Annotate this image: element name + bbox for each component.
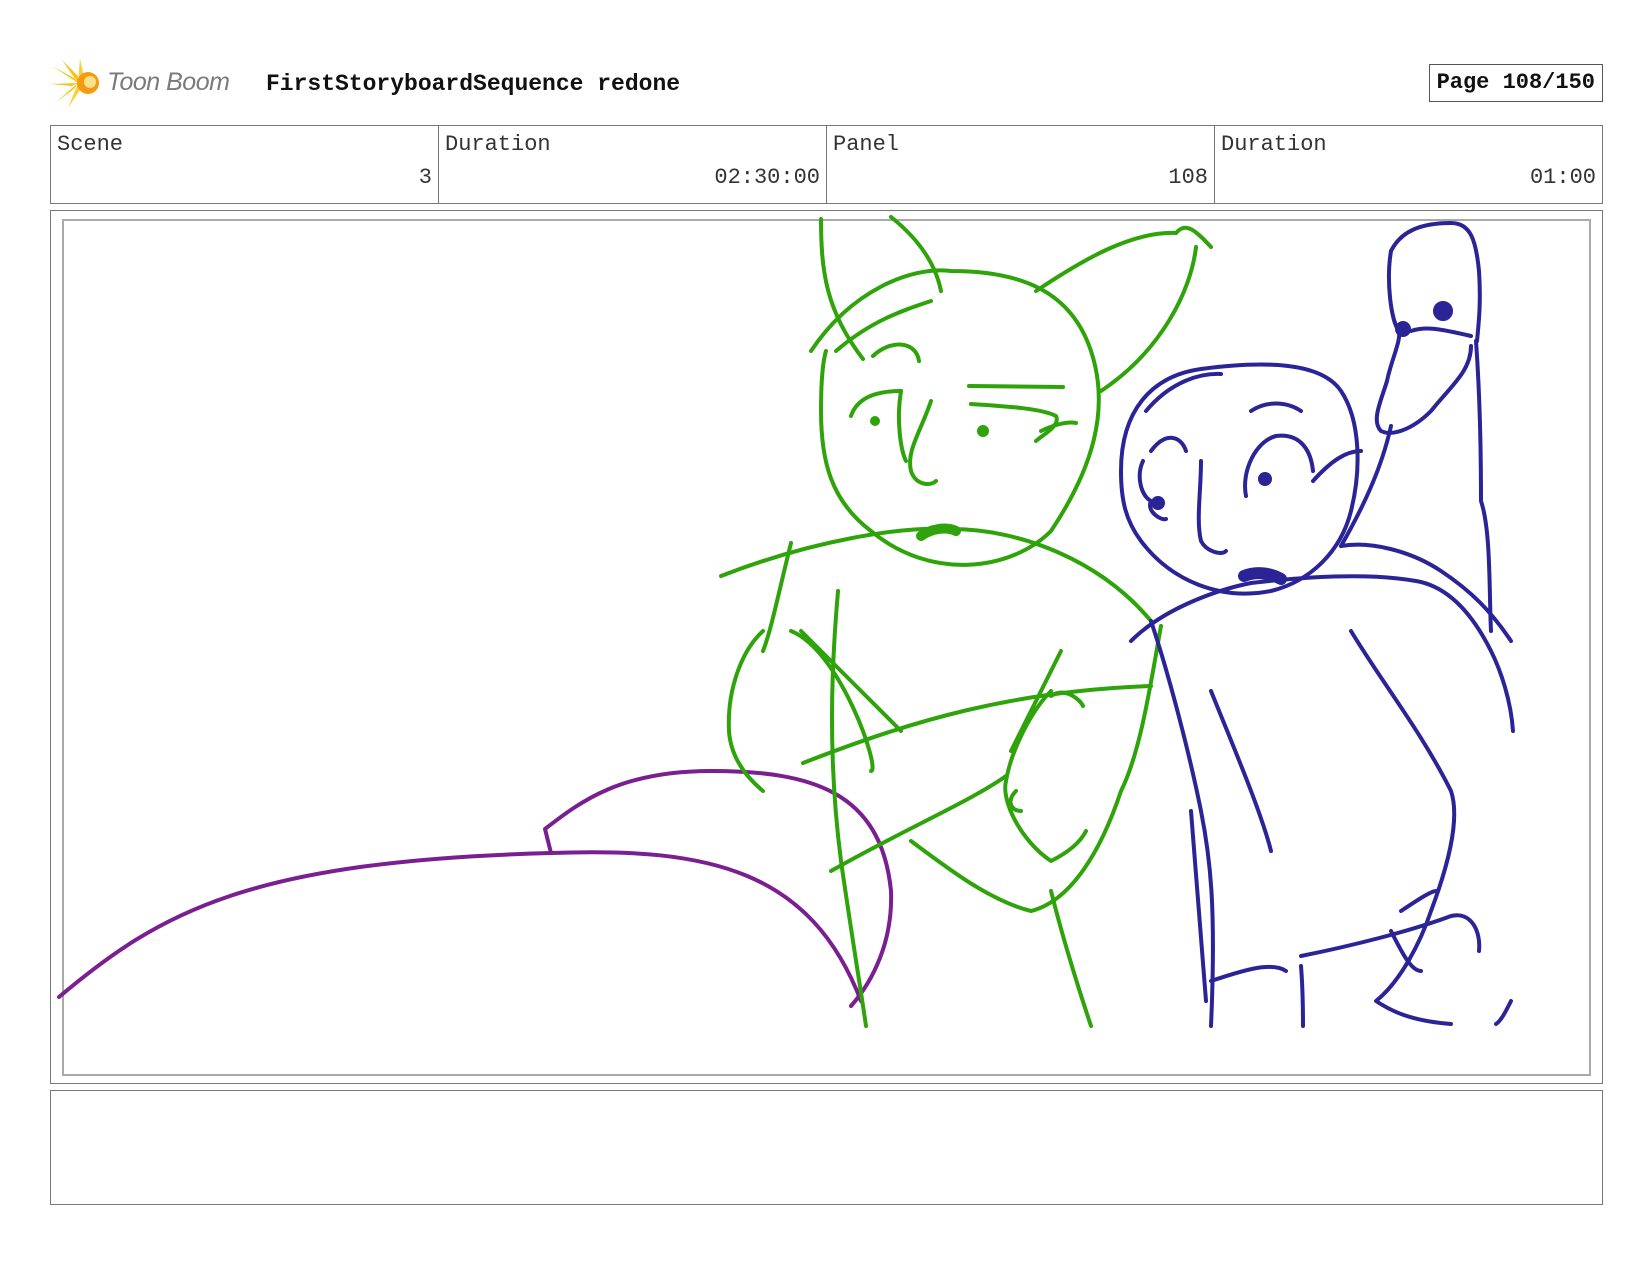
toon-boom-logo: Toon Boom bbox=[50, 58, 250, 108]
panel-duration-label: Duration bbox=[1221, 132, 1327, 157]
scene-duration-cell: Duration 02:30:00 bbox=[439, 126, 827, 203]
scene-duration-value: 02:30:00 bbox=[714, 165, 820, 190]
logo-text: Toon Boom bbox=[107, 68, 230, 96]
panel-value: 108 bbox=[1168, 165, 1208, 190]
sketch-blue-character bbox=[1119, 221, 1515, 1028]
notes-text bbox=[51, 1091, 1602, 1107]
page-header: Toon Boom FirstStoryboardSequence redone… bbox=[50, 58, 1603, 108]
page-indicator: Page 108/150 bbox=[1428, 64, 1603, 102]
scene-value: 3 bbox=[418, 165, 432, 190]
panel-notes bbox=[50, 1090, 1603, 1205]
panel-duration-value: 01:00 bbox=[1529, 165, 1596, 190]
sketch-blanket bbox=[57, 769, 894, 1008]
panel-info-table: Scene 3 Duration 02:30:00 Panel 108 Dura… bbox=[50, 125, 1603, 204]
panel-cell: Panel 108 bbox=[827, 126, 1215, 203]
scene-duration-label: Duration bbox=[445, 132, 551, 157]
storyboard-panel bbox=[50, 210, 1603, 1084]
panel-duration-cell: Duration 01:00 bbox=[1215, 126, 1602, 203]
scene-label: Scene bbox=[57, 132, 124, 157]
starburst-icon bbox=[50, 58, 99, 108]
panel-sketch bbox=[57, 215, 1515, 1028]
scene-cell: Scene 3 bbox=[51, 126, 439, 203]
panel-label: Panel bbox=[833, 132, 900, 157]
project-title: FirstStoryboardSequence redone bbox=[266, 71, 681, 97]
